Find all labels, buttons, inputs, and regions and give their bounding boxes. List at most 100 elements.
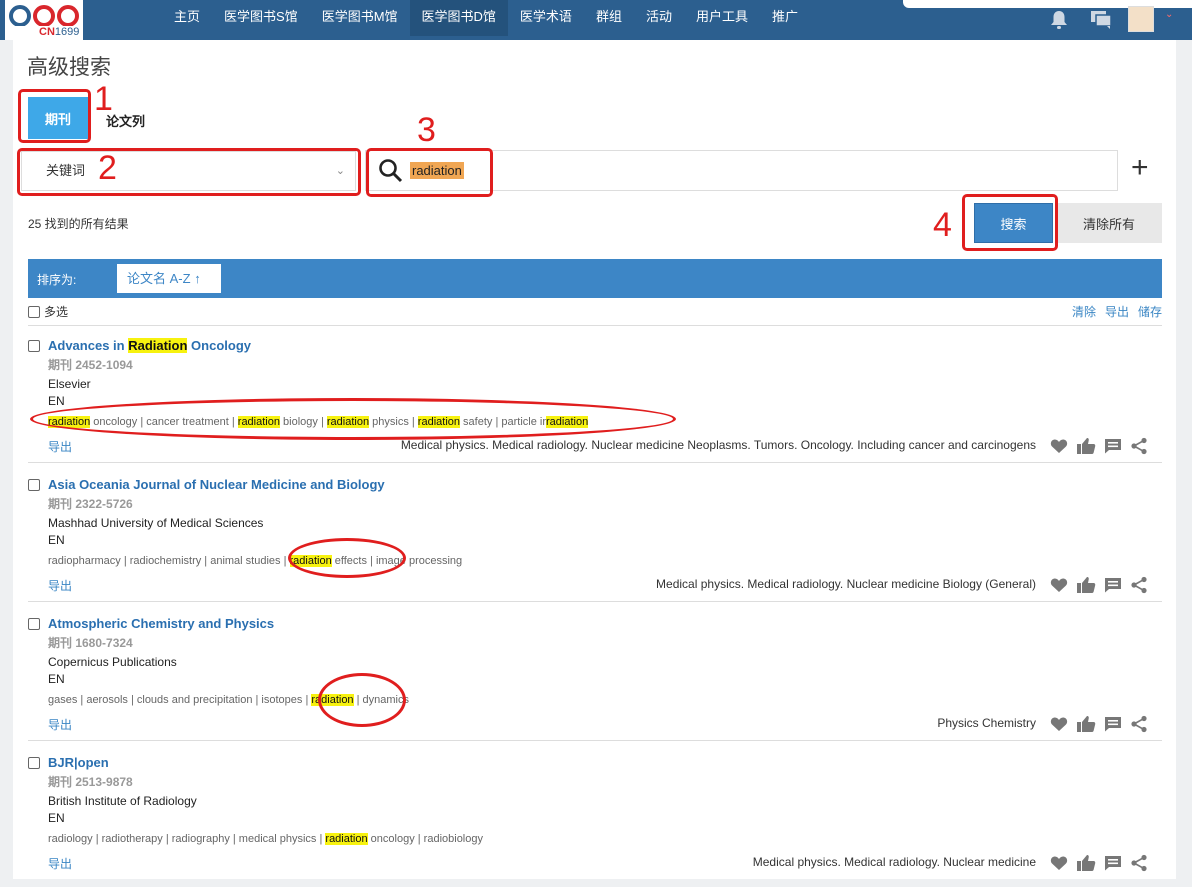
result-actions [1050, 576, 1148, 599]
result-item: Asia Oceania Journal of Nuclear Medicine… [28, 474, 1162, 609]
result-language: EN [48, 394, 65, 408]
thumbs-up-icon[interactable] [1076, 854, 1096, 877]
result-issn: 期刊 2322-5726 [48, 497, 133, 511]
export-link[interactable]: 导出 [48, 716, 72, 733]
result-checkbox[interactable] [28, 757, 40, 769]
result-item: Atmospheric Chemistry and Physics 期刊 1680… [28, 613, 1162, 748]
nav-item[interactable]: 群组 [584, 0, 634, 36]
annotation-box-1 [18, 89, 91, 143]
heart-icon[interactable] [1050, 438, 1068, 459]
annotation-ellipse-1 [30, 398, 676, 440]
comment-icon[interactable] [1104, 438, 1122, 459]
result-publisher: Mashhad University of Medical Sciences [48, 516, 264, 530]
comment-icon[interactable] [1104, 855, 1122, 876]
divider [28, 462, 1162, 463]
annotation-box-4 [962, 194, 1058, 251]
annotation-label-3: 3 [417, 111, 436, 149]
result-checkbox[interactable] [28, 618, 40, 630]
nav-item[interactable]: 医学图书S馆 [212, 0, 310, 36]
divider [28, 601, 1162, 602]
nav-item[interactable]: 主页 [162, 0, 212, 36]
list-action-link[interactable]: 储存 [1138, 303, 1162, 320]
sort-label: 排序为: [37, 273, 77, 287]
result-subjects: Medical physics. Medical radiology. Nucl… [400, 438, 1036, 452]
result-title-link[interactable]: Asia Oceania Journal of Nuclear Medicine… [48, 477, 385, 492]
thumbs-up-icon[interactable] [1076, 437, 1096, 460]
export-link[interactable]: 导出 [48, 577, 72, 594]
result-subjects: Physics Chemistry [937, 716, 1036, 730]
result-actions [1050, 854, 1148, 877]
bell-icon[interactable] [1050, 10, 1068, 30]
arrow-up-icon: ↑ [194, 271, 201, 286]
logo-rings-icon [9, 5, 79, 26]
share-icon[interactable] [1130, 715, 1148, 738]
sort-select[interactable]: 论文名 A-Z ↑ [117, 264, 221, 293]
result-title-link[interactable]: Advances in Radiation Oncology [48, 338, 251, 353]
messages-icon[interactable] [1090, 10, 1112, 30]
annotation-ellipse-2 [288, 538, 406, 578]
annotation-label-4: 4 [933, 206, 952, 244]
heart-icon[interactable] [1050, 577, 1068, 598]
result-title-link[interactable]: Atmospheric Chemistry and Physics [48, 616, 274, 631]
result-checkbox[interactable] [28, 340, 40, 352]
result-language: EN [48, 533, 65, 547]
page-title: 高级搜索 [27, 56, 111, 79]
thumbs-up-icon[interactable] [1076, 715, 1096, 738]
keyword-text: radiopharmacy | radiochemistry | animal … [48, 555, 290, 567]
list-action-link[interactable]: 清除 [1072, 303, 1096, 320]
share-icon[interactable] [1130, 437, 1148, 460]
result-keywords: radiology | radiotherapy | radiography |… [48, 833, 483, 845]
result-checkbox[interactable] [28, 479, 40, 491]
title-text: Advances in [48, 338, 129, 353]
result-language: EN [48, 811, 65, 825]
logo-text: CN1699 [39, 26, 80, 38]
result-title-link[interactable]: BJR|open [48, 755, 109, 770]
nav-item[interactable]: 活动 [634, 0, 684, 36]
result-actions [1050, 437, 1148, 460]
nav-item[interactable]: 推广 [760, 0, 810, 36]
sort-value: 论文名 A-Z [127, 271, 191, 286]
result-issn: 期刊 2513-9878 [48, 775, 133, 789]
nav-item[interactable]: 用户工具 [684, 0, 760, 36]
top-navbar: CN1699 主页 医学图书S馆 医学图书M馆 医学图书D馆 医学术语 群组 活动 用户工具推… [0, 0, 1192, 40]
result-issn: 期刊 1680-7324 [48, 636, 133, 650]
result-language: EN [48, 672, 65, 686]
result-publisher: Copernicus Publications [48, 655, 177, 669]
export-link[interactable]: 导出 [48, 855, 72, 872]
share-icon[interactable] [1130, 854, 1148, 877]
result-publisher: Elsevier [48, 377, 91, 391]
heart-icon[interactable] [1050, 716, 1068, 737]
result-subjects: Medical physics. Medical radiology. Nucl… [752, 855, 1036, 869]
add-criteria-button[interactable]: + [1131, 153, 1149, 183]
site-logo[interactable]: CN1699 [5, 0, 83, 40]
nav-item[interactable]: 医学术语 [508, 0, 584, 36]
result-item: BJR|open 期刊 2513-9878 British Institute of… [28, 752, 1162, 887]
avatar-chevron-icon[interactable]: ⌄ [1165, 9, 1173, 20]
result-subjects: Medical physics. Medical radiology. Nucl… [656, 577, 1036, 591]
share-icon[interactable] [1130, 576, 1148, 599]
multi-select-checkbox[interactable] [28, 305, 40, 318]
keyword-highlight: radiation [325, 833, 368, 845]
comment-icon[interactable] [1104, 577, 1122, 598]
result-publisher: British Institute of Radiology [48, 794, 197, 808]
multi-select[interactable]: 多选 [28, 303, 68, 320]
nav-item[interactable]: 医学图书D馆 [409, 0, 508, 36]
result-count: 25 找到的所有结果 [28, 217, 129, 231]
title-text-end: Oncology [187, 338, 251, 353]
user-avatar[interactable] [1128, 6, 1154, 32]
result-actions [1050, 715, 1148, 738]
nav-item[interactable]: 医学图书M馆 [310, 0, 410, 36]
sort-bar: 排序为: 论文名 A-Z ↑ [28, 259, 1162, 298]
export-link[interactable]: 导出 [48, 438, 72, 455]
keyword-text: radiology | radiotherapy | radiography |… [48, 833, 326, 845]
main-nav: 主页 医学图书S馆 医学图书M馆 医学图书D馆 医学术语 群组 活动 用户工具 推广 [162, 0, 810, 36]
clear-all-button[interactable]: 清除所有 [1056, 203, 1162, 243]
thumbs-up-icon[interactable] [1076, 576, 1096, 599]
result-issn: 期刊 2452-1094 [48, 358, 133, 372]
title-text: Atmospheric Chemistry and Physics [48, 616, 275, 631]
list-action-link[interactable]: 导出 [1105, 303, 1129, 320]
title-text: Asia Oceania Journal of Nuclear Medicine… [48, 477, 385, 492]
annotation-box-3 [366, 148, 493, 197]
comment-icon[interactable] [1104, 716, 1122, 737]
heart-icon[interactable] [1050, 855, 1068, 876]
